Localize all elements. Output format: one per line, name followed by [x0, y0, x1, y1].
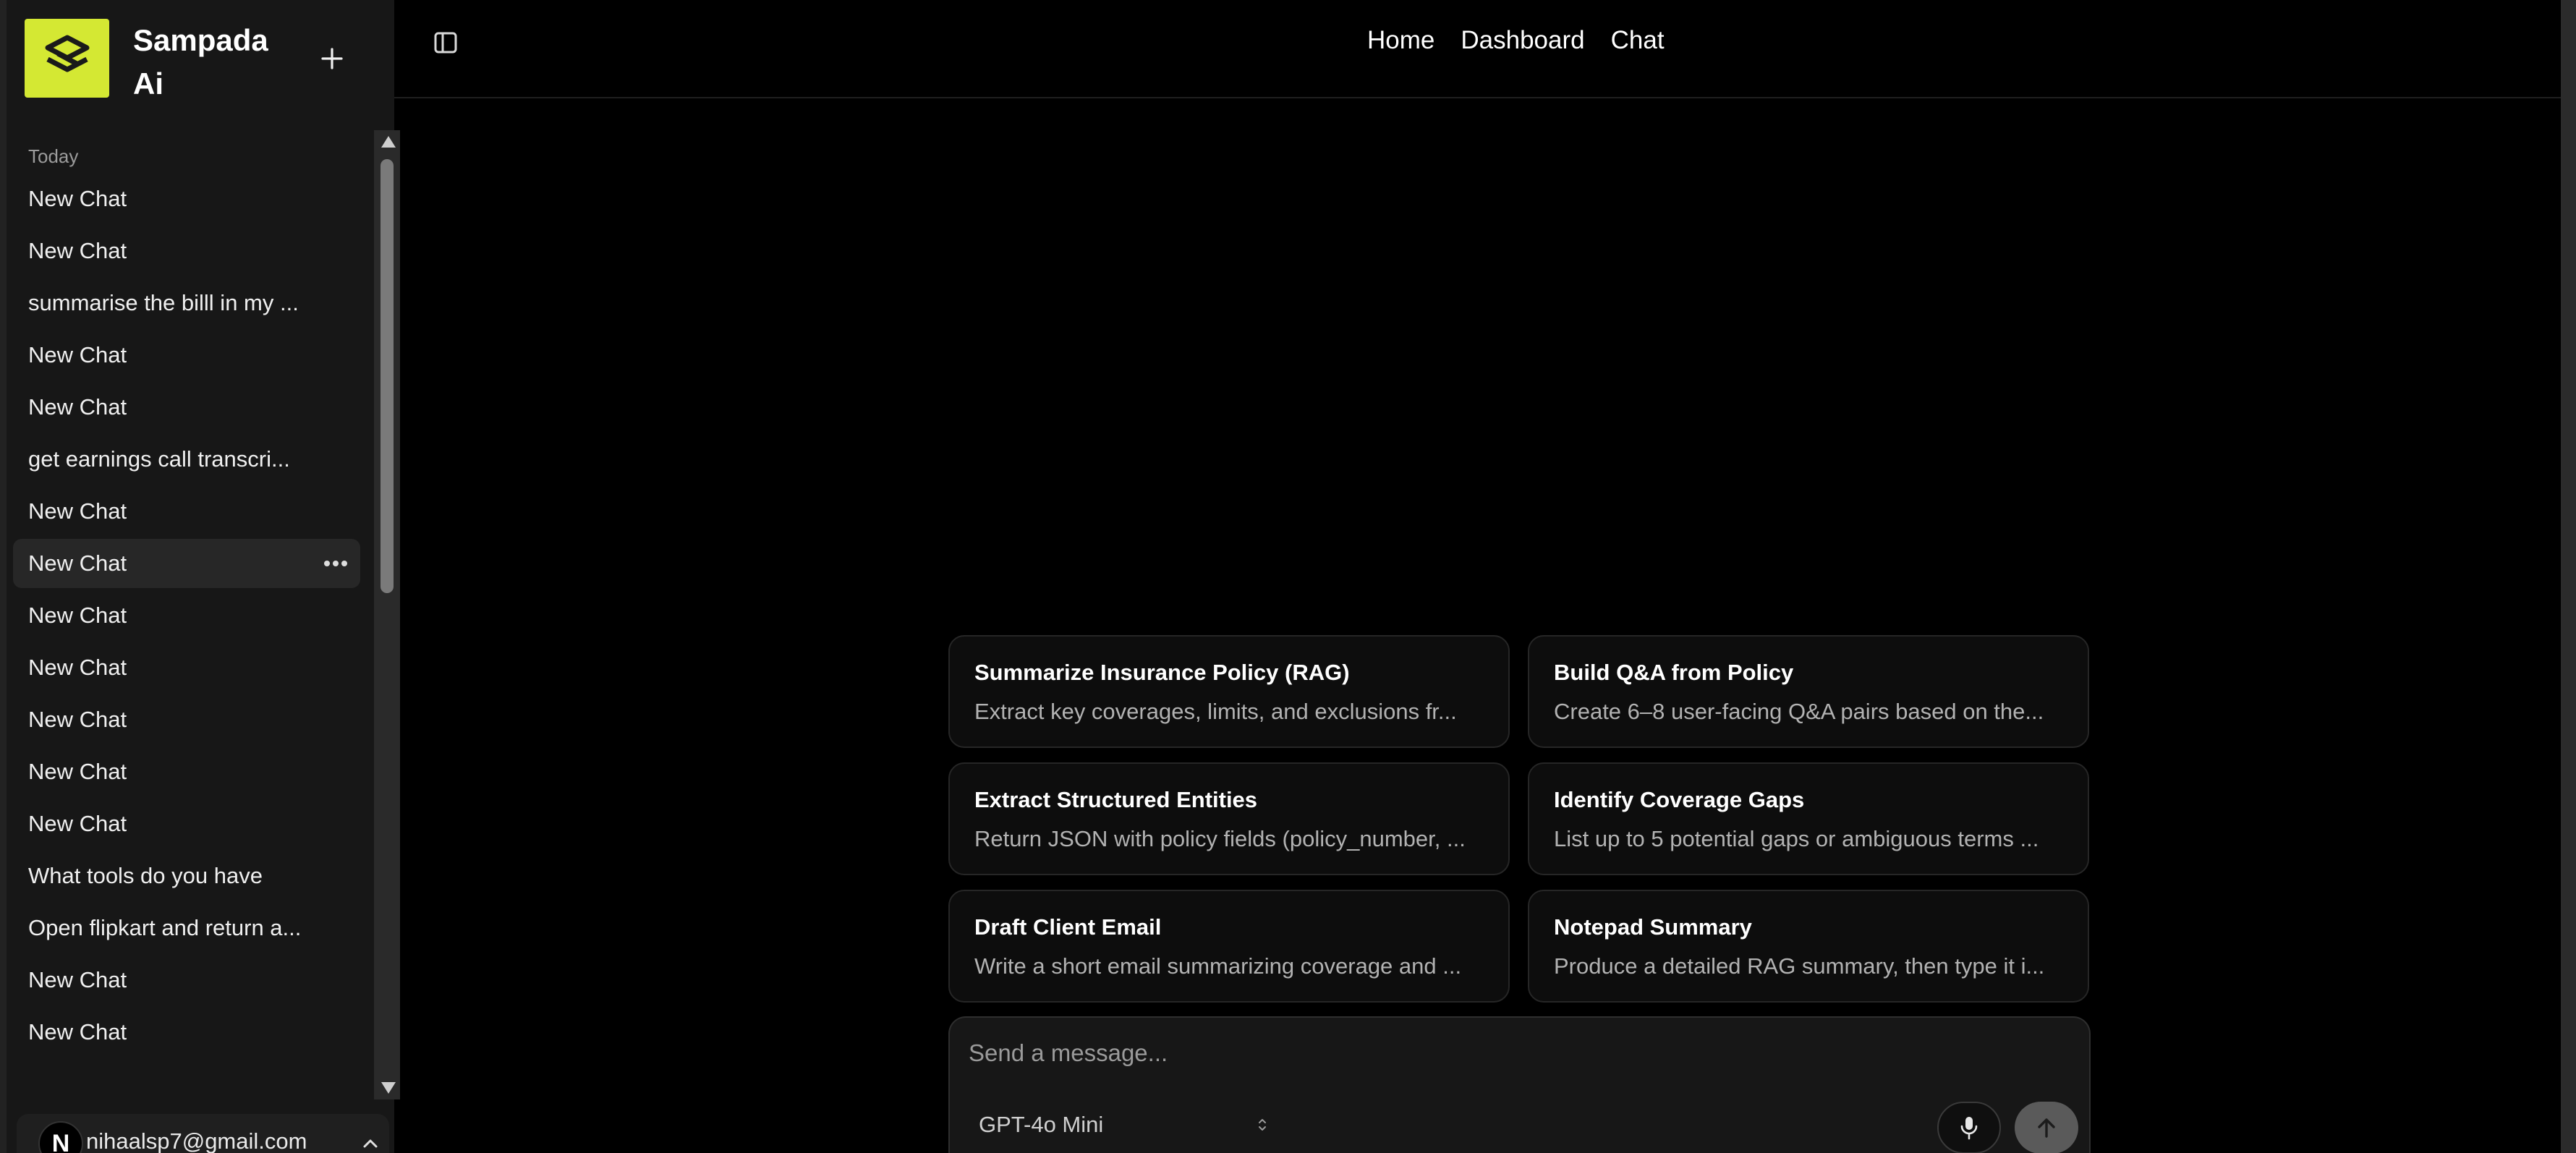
arrow-up-icon — [2038, 1118, 2055, 1138]
chevron-up-down-icon — [1259, 1119, 1266, 1131]
suggestion-description: Return JSON with policy fields (policy_n… — [974, 826, 1466, 851]
chat-item-label: New Chat — [28, 811, 127, 836]
model-select-value: GPT-4o Mini — [979, 1112, 1104, 1137]
chat-item[interactable]: New Chat — [13, 956, 375, 1005]
chat-item-label: summarise the billl in my ... — [28, 290, 299, 315]
suggestion-card[interactable]: Notepad Summary Produce a detailed RAG s… — [1528, 890, 2089, 1003]
chat-item[interactable]: What tools do you have — [13, 851, 375, 901]
suggestion-card[interactable]: Draft Client Email Write a short email s… — [948, 890, 1510, 1003]
nav-link-chat[interactable]: Chat — [1611, 26, 1665, 55]
new-chat-button[interactable] — [314, 41, 350, 77]
chat-item-label: New Chat — [28, 603, 127, 628]
suggestion-title: Build Q&A from Policy — [1554, 660, 1794, 685]
chat-item-label: New Chat — [28, 238, 127, 263]
sidebar: Sampada Ai Today New Chat New Chat summa… — [0, 0, 400, 1153]
suggestion-card[interactable]: Extract Structured Entities Return JSON … — [948, 762, 1510, 875]
chat-item-active[interactable]: New Chat — [13, 539, 360, 588]
sidebar-toggle-icon[interactable] — [433, 30, 458, 55]
plus-icon — [321, 48, 343, 69]
main-nav: Home Dashboard Chat — [1367, 26, 1665, 55]
suggestion-title: Summarize Insurance Policy (RAG) — [974, 660, 1350, 685]
scroll-down-arrow-icon[interactable] — [381, 1082, 396, 1094]
suggestion-card[interactable]: Identify Coverage Gaps List up to 5 pote… — [1528, 762, 2089, 875]
sidebar-scrollbar[interactable] — [374, 130, 400, 1099]
send-button[interactable] — [2015, 1102, 2078, 1153]
logo-icon — [45, 35, 89, 72]
window-edge — [2561, 0, 2576, 1153]
scroll-up-arrow-icon[interactable] — [381, 136, 396, 148]
model-select[interactable]: GPT-4o Mini — [979, 1103, 1268, 1146]
chat-item[interactable]: New Chat — [13, 643, 375, 692]
chat-item-label: What tools do you have — [28, 863, 263, 888]
chat-item[interactable]: New Chat — [13, 383, 375, 432]
chat-item[interactable]: New Chat — [13, 747, 375, 796]
chat-item-label: New Chat — [28, 967, 127, 992]
brand-name: Sampada Ai — [133, 23, 268, 101]
message-composer: GPT-4o Mini — [948, 1016, 2091, 1153]
chat-item-label: New Chat — [28, 342, 127, 367]
chat-item[interactable]: get earnings call transcri... — [13, 435, 375, 484]
suggestion-grid: Summarize Insurance Policy (RAG) Extract… — [948, 635, 2091, 1003]
chat-item-label: New Chat — [28, 394, 127, 420]
suggestion-title: Draft Client Email — [974, 914, 1162, 940]
chat-item[interactable]: New Chat — [13, 799, 375, 848]
suggestion-card[interactable]: Summarize Insurance Policy (RAG) Extract… — [948, 635, 1510, 748]
chat-item-label: New Chat — [28, 707, 127, 732]
suggestion-description: Produce a detailed RAG summary, then typ… — [1554, 953, 2045, 979]
chat-item-label: get earnings call transcri... — [28, 446, 290, 472]
user-account-menu[interactable]: N nihaalsp7@gmail.com — [17, 1114, 389, 1153]
scrollbar-thumb[interactable] — [381, 159, 394, 593]
suggestion-title: Notepad Summary — [1554, 914, 1752, 940]
brand-logo[interactable] — [25, 19, 109, 98]
chat-item[interactable]: New Chat — [13, 695, 375, 744]
suggestion-title: Extract Structured Entities — [974, 787, 1258, 812]
chat-item[interactable]: New Chat — [13, 174, 375, 224]
suggestion-title: Identify Coverage Gaps — [1554, 787, 1805, 812]
chat-item-label: New Chat — [28, 655, 127, 680]
chevron-up-icon[interactable] — [362, 1136, 378, 1152]
top-bar: Home Dashboard Chat — [394, 0, 2576, 98]
chat-item-label: New Chat — [28, 186, 127, 211]
message-input[interactable] — [969, 1035, 2054, 1071]
chat-item[interactable]: Open flipkart and return a... — [13, 903, 375, 953]
suggestion-description: List up to 5 potential gaps or ambiguous… — [1554, 826, 2039, 851]
chat-item[interactable]: New Chat — [13, 226, 375, 276]
nav-link-dashboard[interactable]: Dashboard — [1461, 26, 1584, 55]
chat-item-label: New Chat — [28, 550, 127, 576]
chat-item-label: Open flipkart and return a... — [28, 915, 302, 940]
chat-item[interactable]: New Chat — [13, 591, 375, 640]
user-email: nihaalsp7@gmail.com — [86, 1128, 307, 1153]
microphone-icon — [1960, 1117, 1978, 1140]
chat-item-label: New Chat — [28, 498, 127, 524]
nav-link-home[interactable]: Home — [1367, 26, 1434, 55]
chat-item[interactable]: New Chat — [13, 1008, 375, 1057]
avatar: N — [38, 1121, 83, 1153]
chat-history-list: Today New Chat New Chat summarise the bi… — [13, 130, 375, 1099]
section-label-today: Today — [28, 145, 79, 167]
microphone-button[interactable] — [1937, 1102, 2001, 1153]
more-horizontal-icon[interactable] — [321, 555, 350, 572]
chat-item[interactable]: summarise the billl in my ... — [13, 278, 375, 328]
chat-item[interactable]: New Chat — [13, 331, 375, 380]
chat-item-label: New Chat — [28, 759, 127, 784]
suggestion-card[interactable]: Build Q&A from Policy Create 6–8 user-fa… — [1528, 635, 2089, 748]
suggestion-description: Extract key coverages, limits, and exclu… — [974, 699, 1457, 724]
chat-item[interactable]: New Chat — [13, 487, 375, 536]
chat-item-label: New Chat — [28, 1019, 127, 1044]
suggestion-description: Write a short email summarizing coverage… — [974, 953, 1462, 979]
suggestion-description: Create 6–8 user-facing Q&A pairs based o… — [1554, 699, 2044, 724]
